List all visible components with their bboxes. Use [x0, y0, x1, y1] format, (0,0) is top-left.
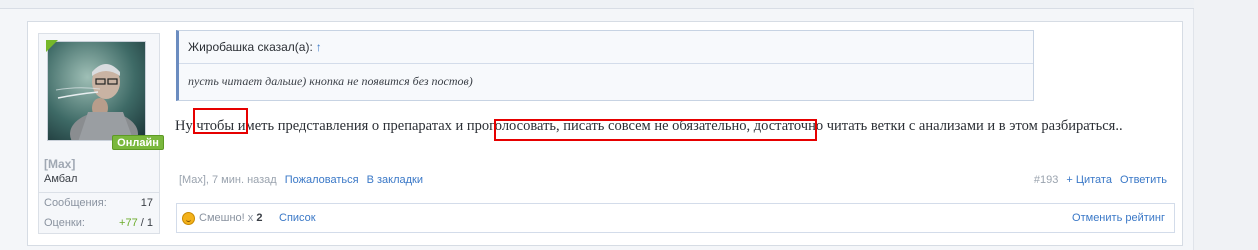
rating-times: x: [244, 212, 257, 224]
avatar[interactable]: [47, 41, 146, 141]
post-number[interactable]: #193: [1034, 174, 1058, 186]
arrow-up-icon[interactable]: ↑: [316, 40, 322, 54]
bookmark-link[interactable]: В закладки: [367, 174, 423, 186]
stat-positive: +77: [119, 217, 138, 229]
highlight-box: [193, 108, 248, 134]
online-badge: Онлайн: [112, 135, 164, 150]
rating-label: Смешно!: [199, 212, 245, 224]
quote-block: Жиробашка сказал(а): ↑ пусть читает дальш…: [176, 30, 1034, 101]
cancel-rating-link[interactable]: Отменить рейтинг: [1072, 204, 1165, 232]
post-actions: #193 + Цитата Ответить: [1034, 174, 1167, 186]
ratings-bar: Смешно! x 2 Список Отменить рейтинг: [176, 203, 1175, 233]
status-corner: [46, 40, 58, 52]
quote-text: пусть читает дальше) кнопка не появится …: [188, 74, 473, 88]
user-stats: Сообщения: 17 Оценки: +77 / 1: [39, 192, 159, 233]
user-info-block: Онлайн [Max] Амбал Сообщения: 17 Оценки:…: [38, 33, 164, 234]
quote-link[interactable]: + Цитата: [1066, 174, 1112, 186]
quote-author: Жиробашка сказал(а):: [188, 40, 313, 54]
reply-link[interactable]: Ответить: [1120, 174, 1167, 186]
rating-summary: Смешно! x 2: [199, 204, 262, 232]
quote-header: Жиробашка сказал(а): ↑: [179, 31, 1033, 64]
stat-value[interactable]: +77 / 1: [119, 213, 153, 233]
report-link[interactable]: Пожаловаться: [285, 174, 359, 186]
smile-icon: [182, 212, 195, 225]
forum-post: Онлайн [Max] Амбал Сообщения: 17 Оценки:…: [27, 21, 1183, 246]
stat-value[interactable]: 17: [141, 193, 153, 213]
post-author-time: [Max], 7 мин. назад: [179, 174, 277, 186]
avatar-image: [48, 42, 145, 140]
post-meta: [Max], 7 мин. назад Пожаловаться В закладк…: [179, 174, 423, 186]
username[interactable]: [Max]: [44, 157, 75, 171]
previous-post-edge: [0, 0, 1194, 9]
stat-label: Сообщения:: [44, 197, 107, 209]
user-title: Амбал: [44, 173, 78, 185]
stat-messages: Сообщения: 17: [39, 193, 159, 213]
stat-ratings: Оценки: +77 / 1: [39, 213, 159, 233]
stat-negative: / 1: [137, 217, 153, 229]
rating-list-link[interactable]: Список: [279, 204, 316, 232]
highlight-box: [494, 119, 817, 141]
stat-label: Оценки:: [44, 217, 85, 229]
rating-count: 2: [256, 212, 263, 224]
